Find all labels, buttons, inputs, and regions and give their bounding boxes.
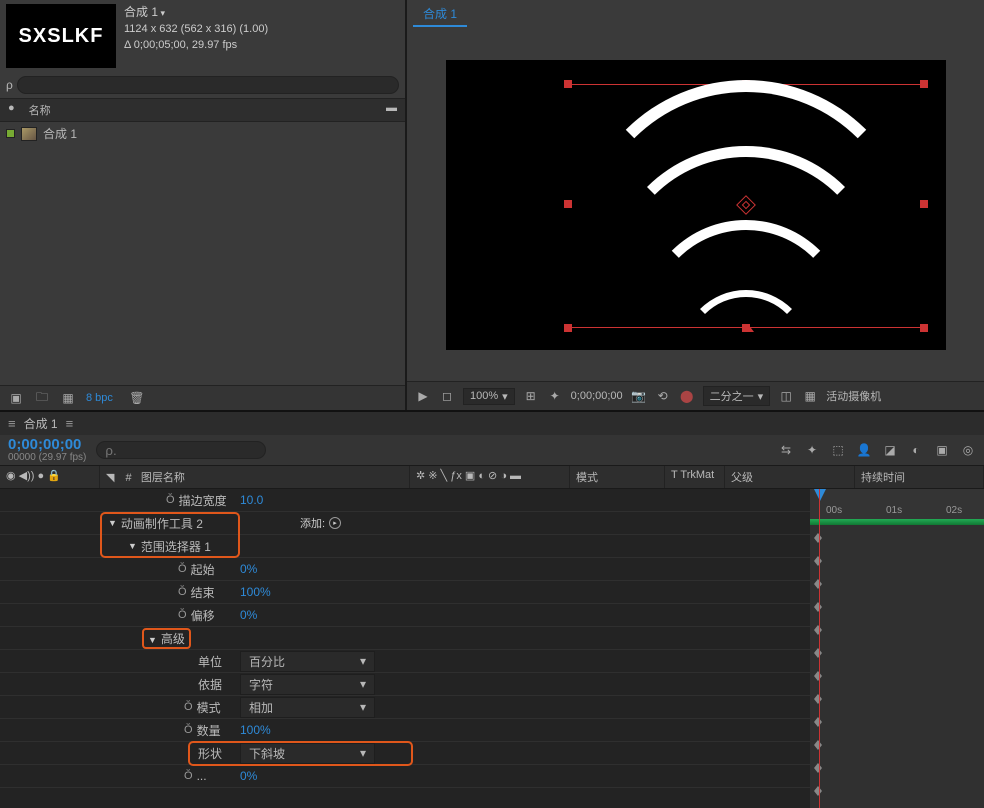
- prop-units[interactable]: 单位 百分比▾: [0, 650, 810, 673]
- comp-thumbnail[interactable]: SXSLKF: [6, 4, 116, 68]
- comp-icon: [21, 127, 37, 141]
- project-item-row[interactable]: 合成 1: [0, 122, 405, 145]
- prop-advanced[interactable]: ▼高级: [0, 627, 810, 650]
- stopwatch-icon[interactable]: Ŏ: [166, 494, 175, 506]
- stopwatch-icon[interactable]: Ŏ: [184, 770, 193, 782]
- based-on-select[interactable]: 字符▾: [240, 674, 375, 695]
- timeline-search-input[interactable]: [96, 441, 266, 459]
- bullet-icon: ●: [8, 102, 15, 118]
- prop-offset[interactable]: Ŏ偏移 0%: [0, 604, 810, 627]
- label-icon[interactable]: ▬: [386, 102, 397, 118]
- mode-select[interactable]: 相加▾: [240, 697, 375, 718]
- prop-start[interactable]: Ŏ起始 0%: [0, 558, 810, 581]
- playhead-icon[interactable]: [814, 489, 826, 501]
- motionblur-icon[interactable]: ◐: [908, 443, 924, 457]
- shape-select[interactable]: 下斜坡▾: [240, 743, 375, 764]
- viewer-tab[interactable]: 合成 1: [413, 2, 467, 27]
- timeline-track-area[interactable]: 00s 01s 02s: [810, 489, 984, 808]
- prop-range-selector-1[interactable]: ▼范围选择器 1: [0, 535, 810, 558]
- col-name[interactable]: 名称: [29, 102, 51, 118]
- av-header: ◉ ◀)) ● 🔒: [0, 466, 100, 488]
- comp-info: 合成 1 1124 x 632 (562 x 316) (1.00) Δ 0;0…: [124, 4, 268, 53]
- prop-mode[interactable]: Ŏ模式 相加▾: [0, 696, 810, 719]
- time-ruler[interactable]: 00s 01s 02s: [810, 489, 984, 525]
- current-time[interactable]: 0;00;00;00: [8, 437, 86, 452]
- project-search-input[interactable]: [17, 76, 399, 94]
- twirl-icon[interactable]: ▼: [108, 518, 117, 528]
- stopwatch-icon[interactable]: Ŏ: [178, 609, 187, 621]
- prop-shape[interactable]: 形状 下斜坡▾: [0, 742, 810, 765]
- trkmat-header: T TrkMat: [665, 466, 725, 488]
- zoom-select[interactable]: 100%▾: [463, 388, 515, 405]
- comp-canvas[interactable]: [446, 60, 946, 350]
- comp-flow-icon[interactable]: ⇆: [778, 443, 794, 457]
- prop-amount[interactable]: Ŏ数量 100%: [0, 719, 810, 742]
- toggle-mask-icon[interactable]: ◻: [439, 389, 455, 403]
- snapshot-icon[interactable]: 📷: [631, 389, 647, 403]
- prop-stroke-width[interactable]: Ŏ描边宽度 10.0: [0, 489, 810, 512]
- add-button[interactable]: 添加:▸: [300, 515, 341, 531]
- prop-animator-2[interactable]: ▼动画制作工具 2 添加:▸: [0, 512, 810, 535]
- timeline-tab[interactable]: 合成 1: [24, 415, 58, 432]
- twirl-icon[interactable]: ▼: [148, 635, 157, 645]
- project-item-name: 合成 1: [43, 125, 77, 142]
- prop-based-on[interactable]: 依据 字符▾: [0, 673, 810, 696]
- stopwatch-icon[interactable]: Ŏ: [178, 563, 187, 575]
- units-select[interactable]: 百分比▾: [240, 651, 375, 672]
- interpret-icon[interactable]: ▣: [8, 391, 24, 405]
- layer-header: ◥ # 图层名称: [100, 466, 410, 488]
- prop-more[interactable]: Ŏ... 0%: [0, 765, 810, 788]
- current-frame: 00000 (29.97 fps): [8, 452, 86, 463]
- prop-end[interactable]: Ŏ结束 100%: [0, 581, 810, 604]
- bpc-button[interactable]: 8 bpc: [86, 392, 113, 404]
- stopwatch-icon[interactable]: Ŏ: [184, 701, 193, 713]
- twirl-icon[interactable]: ▼: [128, 541, 137, 551]
- label-chip: [6, 129, 15, 138]
- viewer-time[interactable]: 0;00;00;00: [571, 390, 623, 402]
- cube-icon[interactable]: ⬚: [830, 443, 846, 457]
- graph-icon[interactable]: ▣: [934, 443, 950, 457]
- grid-icon[interactable]: ⊞: [523, 389, 539, 403]
- viewer-stage[interactable]: [407, 29, 984, 381]
- guides-icon[interactable]: ✦: [547, 389, 563, 403]
- draft3d-icon[interactable]: ✦: [804, 443, 820, 457]
- frameblend-icon[interactable]: ◪: [882, 443, 898, 457]
- switches-header: ✲ ※ ╲ ƒx ▣ ◐ ⊘ ◑ ▬: [410, 466, 570, 488]
- tab-close-icon[interactable]: ≡: [66, 416, 74, 431]
- panel-menu-icon[interactable]: ≡: [8, 416, 16, 431]
- new-comp-icon[interactable]: ▦: [60, 391, 76, 405]
- stopwatch-icon[interactable]: Ŏ: [184, 724, 193, 736]
- brainstorm-icon[interactable]: ◎: [960, 443, 976, 457]
- folder-icon[interactable]: 🗀: [34, 391, 50, 405]
- shy-icon[interactable]: 👤: [856, 443, 872, 457]
- parent-header: 父级: [725, 466, 855, 488]
- toggle-alpha-icon[interactable]: ▶: [415, 389, 431, 403]
- search-icon: ρ: [6, 78, 13, 92]
- stopwatch-icon[interactable]: Ŏ: [178, 586, 187, 598]
- mode-header: 模式: [570, 466, 665, 488]
- duration-header: 持续时间: [855, 466, 984, 488]
- trash-icon[interactable]: 🗑: [129, 391, 145, 405]
